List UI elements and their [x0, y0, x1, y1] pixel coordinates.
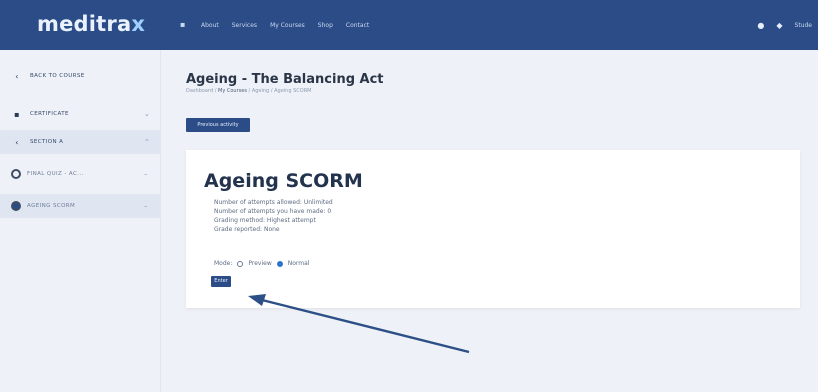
arrowhead-icon — [248, 294, 266, 306]
arrow-shaft — [261, 298, 470, 354]
annotation-arrow — [248, 294, 470, 354]
